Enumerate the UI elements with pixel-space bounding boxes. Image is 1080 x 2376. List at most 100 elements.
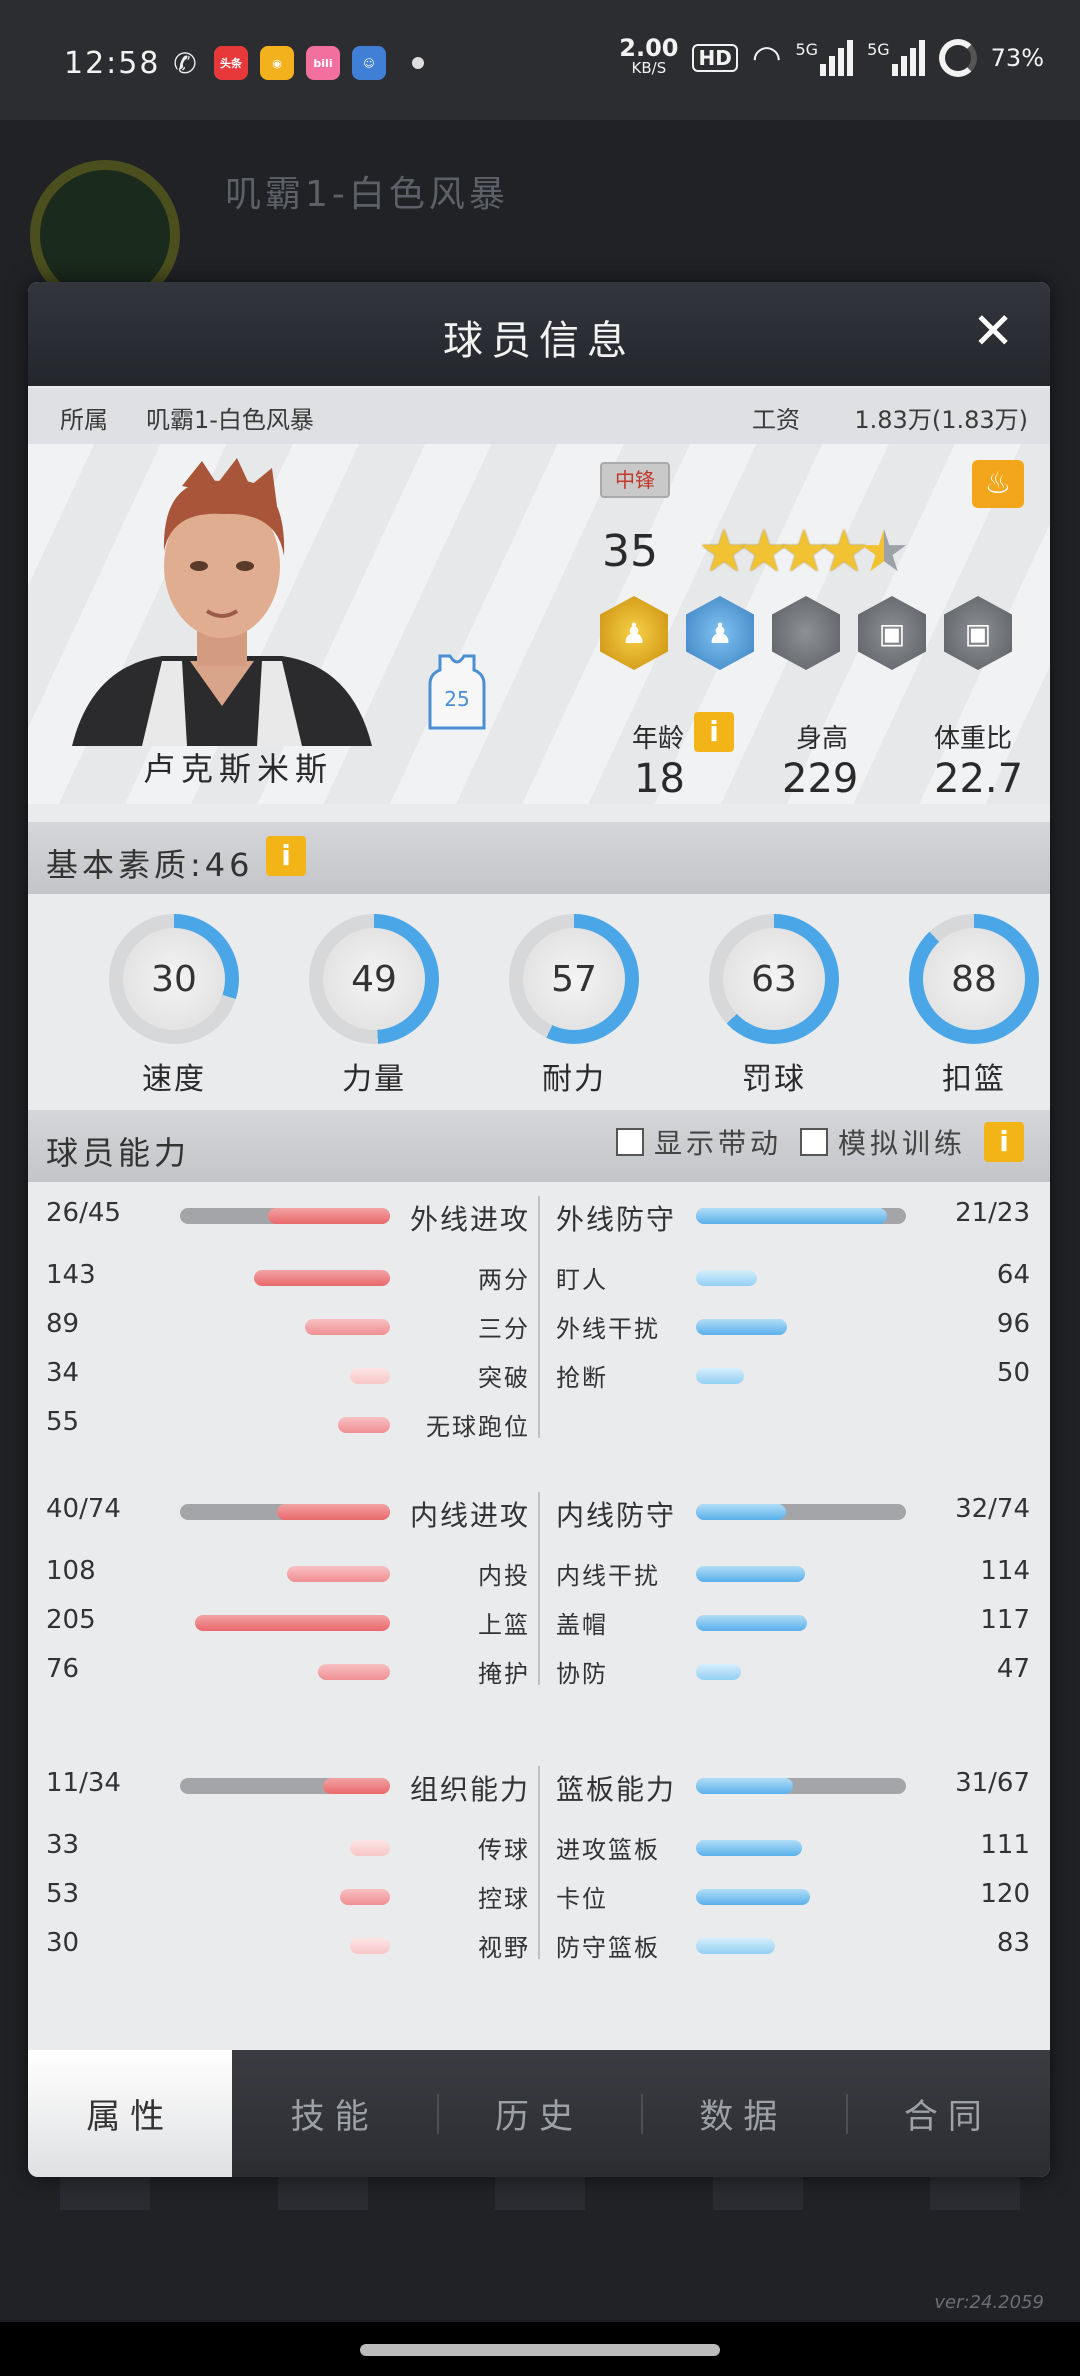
ability-left-bar (318, 1664, 390, 1680)
tab-skills[interactable]: 技能 (232, 2050, 436, 2177)
ability-right-label: 盯人 (556, 1266, 608, 1294)
position-badge: 中锋 (600, 462, 670, 498)
tab-attributes[interactable]: 属性 (28, 2050, 233, 2177)
group-right-label: 内线防守 (556, 1499, 677, 1532)
ability-left-bar (338, 1417, 390, 1433)
status-time: 12:58 (64, 46, 161, 81)
svg-text:25: 25 (444, 687, 469, 711)
ability-left-bar (195, 1615, 390, 1631)
medal-list: ♟ ♟ ▣ ▣ (600, 596, 1012, 670)
team-salary-bar: 所属 叽霸1-白色风暴 工资 1.83万(1.83万) (28, 388, 1050, 444)
ability-left-label: 控球 (478, 1885, 530, 1913)
home-indicator[interactable] (360, 2344, 720, 2356)
stat-ring: 57 (509, 914, 639, 1044)
wifi-icon: ◠ (751, 38, 782, 78)
ability-left-label: 传球 (478, 1836, 530, 1864)
basic-quality-title: 基本素质:46 (46, 846, 254, 884)
ability-list: 26/45 外线进攻 外线防守 21/23 143 两分 盯人 64 89 三分 外线干扰 96 34 突… (28, 1194, 1050, 1974)
group-left-bar (277, 1504, 390, 1520)
tab-history[interactable]: 历史 (436, 2050, 641, 2177)
ability-left-bar (350, 1368, 390, 1384)
ability-row: 108 内投 内线干扰 114 (28, 1552, 1050, 1592)
ability-left-bar (254, 1270, 390, 1286)
team-label: 所属 (60, 406, 108, 434)
ability-left-value: 55 (46, 1407, 80, 1437)
blue-player-medal-icon[interactable]: ♟ (686, 596, 754, 670)
ability-right-value: 111 (980, 1830, 1030, 1860)
ability-left-value: 33 (46, 1830, 80, 1860)
jersey-icon: 25 (428, 654, 486, 730)
tab-bar: 属性 技能 历史 数据 合同 (28, 2050, 1050, 2177)
ability-right-bar (696, 1319, 787, 1335)
version-label: ver:24.2059 (934, 2292, 1044, 2313)
ability-right-value: 120 (980, 1879, 1030, 1909)
ability-row: 34 突破 抢断 50 (28, 1354, 1050, 1394)
network-speed: 2.00 KB/S (619, 34, 679, 77)
weight-ratio-value: 22.7 (934, 756, 1024, 802)
flame-icon[interactable]: ♨ (972, 460, 1024, 508)
player-profile: 卢克斯米斯 25 中锋 ♨ 35 ★ ★ ★ ★ ★ ♟ ♟ ▣ ▣ 年龄 i … (28, 444, 1050, 804)
stat-ring: 49 (309, 914, 439, 1044)
signal-bars-icon (820, 40, 854, 76)
signal-1: 5G (796, 40, 854, 76)
hd-badge: HD (692, 44, 738, 72)
age-info-icon[interactable]: i (694, 712, 734, 752)
ability-right-value: 96 (996, 1309, 1030, 1339)
ability-left-value: 205 (46, 1605, 96, 1635)
stat-dunk: 88 扣篮 (894, 914, 1050, 1098)
locked-medal-icon[interactable]: ▣ (858, 596, 926, 670)
group-left-bar (268, 1208, 390, 1224)
tab-contract[interactable]: 合同 (845, 2050, 1050, 2177)
locked-medal-icon[interactable]: ▣ (944, 596, 1012, 670)
star-rating: ★ ★ ★ ★ ★ (698, 522, 910, 580)
modal-title: 球员信息 (443, 318, 635, 364)
ability-left-label: 内投 (478, 1562, 530, 1590)
group-right-value: 21/23 (955, 1198, 1030, 1228)
gold-player-medal-icon[interactable]: ♟ (600, 596, 668, 670)
status-right: 2.00 KB/S HD ◠ 5G 5G 73% (619, 34, 1044, 78)
background-team-name: 叽霸1-白色风暴 (225, 174, 509, 215)
group-left-bar (323, 1778, 390, 1794)
ability-row: 89 三分 外线干扰 96 (28, 1305, 1050, 1345)
basic-info-icon[interactable]: i (266, 836, 306, 876)
ability-right-label: 进攻篮板 (556, 1836, 660, 1864)
group-right-bar (696, 1778, 793, 1794)
player-rating: 35 (602, 526, 658, 577)
group-left-label: 内线进攻 (409, 1499, 530, 1532)
age-label: 年龄 (632, 724, 685, 754)
simulate-training-checkbox[interactable]: 模拟训练 (799, 1122, 966, 1162)
height-value: 229 (782, 756, 859, 802)
ability-left-label: 掩护 (478, 1660, 530, 1688)
tab-data[interactable]: 数据 (641, 2050, 845, 2177)
toutiao-icon: 头条 (214, 46, 248, 80)
weight-ratio-label: 体重比 (934, 724, 1013, 754)
system-nav-bar (0, 2322, 1080, 2376)
battery-icon (938, 39, 977, 77)
modal-header: 球员信息 ✕ (28, 282, 1050, 386)
ability-right-label: 卡位 (556, 1885, 608, 1913)
ability-left-label: 视野 (478, 1934, 530, 1962)
background-menu (60, 2170, 1020, 2250)
ability-info-icon[interactable]: i (984, 1122, 1024, 1162)
stat-ring: 88 (909, 914, 1039, 1044)
ability-left-label: 无球跑位 (426, 1413, 530, 1441)
player-name: 卢克斯米斯 (142, 750, 333, 788)
ability-right-value: 83 (996, 1928, 1030, 1958)
basic-quality-header: 基本素质:46 i (28, 822, 1050, 894)
ability-right-label: 盖帽 (556, 1611, 608, 1639)
bilibili-icon: bili (306, 46, 340, 80)
group-left-value: 11/34 (46, 1768, 121, 1798)
ability-right-value: 50 (996, 1358, 1030, 1388)
ability-right-bar (696, 1566, 805, 1582)
ability-header: 球员能力 显示带动 模拟训练 i (28, 1110, 1050, 1182)
grey-medal-icon[interactable] (772, 596, 840, 670)
stat-stamina: 57 耐力 (494, 914, 654, 1098)
stat-ring: 30 (109, 914, 239, 1044)
show-dynamic-checkbox[interactable]: 显示带动 (615, 1122, 782, 1162)
weibo-icon: ◉ (260, 46, 294, 80)
ability-row: 33 传球 进攻篮板 111 (28, 1826, 1050, 1866)
close-icon[interactable]: ✕ (972, 306, 1014, 356)
ability-left-label: 上篮 (478, 1611, 530, 1639)
ability-right-bar (696, 1889, 810, 1905)
age-value: 18 (634, 756, 685, 802)
